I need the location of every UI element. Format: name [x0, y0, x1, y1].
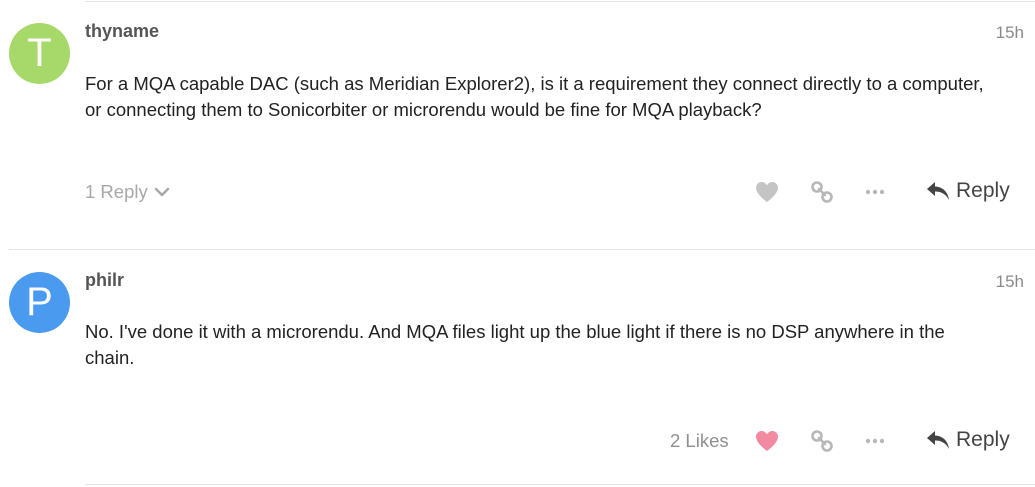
share-link-button[interactable] [807, 177, 837, 207]
chevron-down-icon [154, 181, 170, 203]
topic-page: T thyname 15h For a MQA capable DAC (suc… [0, 0, 1035, 487]
post-body-line: No. I've done it with a microrendu. And … [85, 321, 945, 342]
post-body: No. I've done it with a microrendu. And … [85, 319, 1030, 371]
username[interactable]: philr [85, 270, 124, 291]
post-body-line: chain. [85, 347, 135, 368]
post-date[interactable]: 15h [996, 23, 1024, 43]
post-body-line: or connecting them to Sonicorbiter or mi… [85, 99, 762, 120]
show-replies-button[interactable]: 1 Reply [85, 181, 170, 203]
reply-arrow-icon [927, 431, 949, 449]
username[interactable]: thyname [85, 21, 159, 42]
post-body-line: For a MQA capable DAC (such as Meridian … [85, 73, 984, 94]
like-button[interactable] [752, 426, 782, 456]
reply-label: Reply [956, 179, 1010, 202]
ellipsis-icon [865, 189, 885, 195]
avatar-letter: T [27, 31, 52, 75]
post-thyname: T thyname 15h For a MQA capable DAC (suc… [0, 0, 1035, 250]
avatar-letter: P [26, 280, 53, 324]
ellipsis-icon [865, 438, 885, 444]
avatar[interactable]: P [9, 272, 70, 333]
reply-button[interactable]: Reply [926, 428, 1010, 452]
reply-label: Reply [956, 428, 1010, 451]
reply-arrow-icon [927, 182, 949, 200]
post-body: For a MQA capable DAC (such as Meridian … [85, 71, 1030, 123]
bottom-divider [85, 484, 1035, 485]
link-icon [811, 181, 833, 203]
share-link-button[interactable] [807, 426, 837, 456]
heart-icon [756, 182, 778, 202]
heart-icon [756, 431, 778, 451]
post-date[interactable]: 15h [996, 272, 1024, 292]
post-philr: P philr 15h No. I've done it with a micr… [0, 250, 1035, 487]
more-actions-button[interactable] [860, 426, 890, 456]
replies-label: 1 Reply [85, 181, 148, 202]
likes-count[interactable]: 2 Likes [670, 430, 729, 452]
reply-button[interactable]: Reply [926, 179, 1010, 203]
like-button[interactable] [752, 177, 782, 207]
avatar[interactable]: T [9, 23, 70, 84]
more-actions-button[interactable] [860, 177, 890, 207]
link-icon [811, 430, 833, 452]
